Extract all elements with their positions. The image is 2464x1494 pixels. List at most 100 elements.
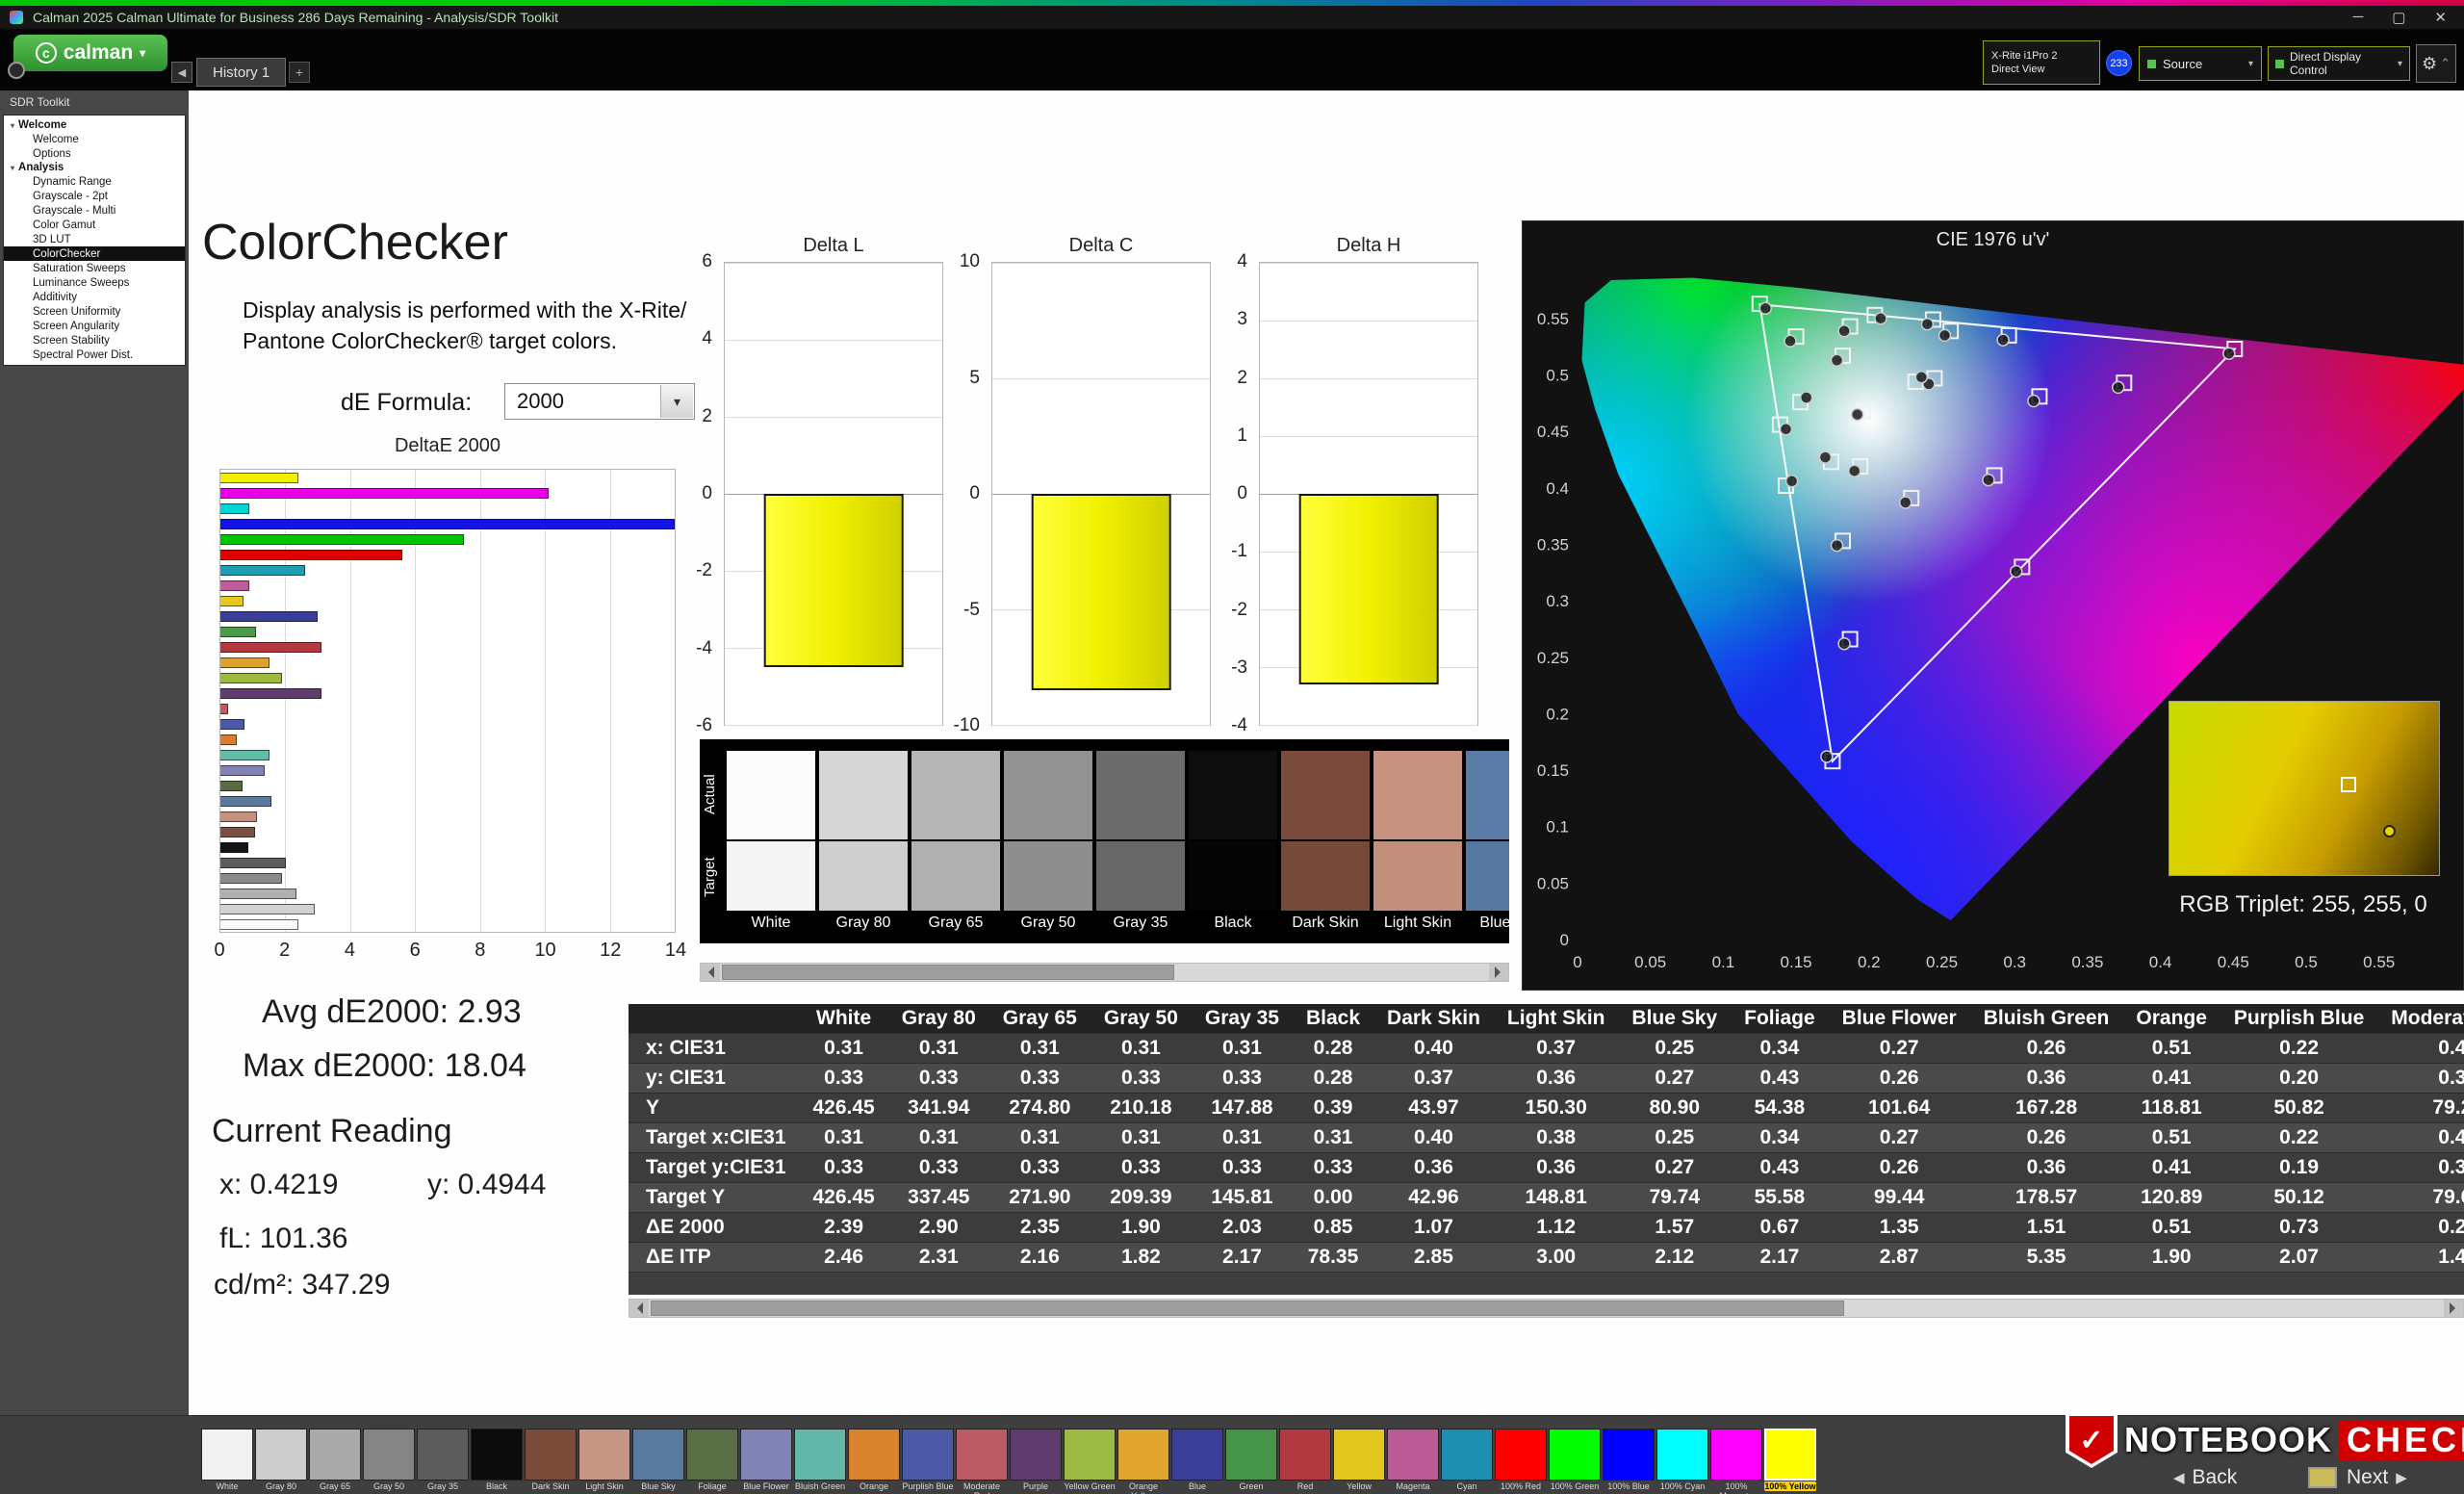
cie-measured-marker (1786, 476, 1798, 487)
patch-color (1225, 1429, 1277, 1481)
sidebar-item-grayscale-2pt[interactable]: Grayscale - 2pt (4, 189, 185, 203)
meter-button[interactable]: X-Rite i1Pro 2 Direct View (1983, 40, 2100, 85)
table-cell: 80.90 (1618, 1094, 1731, 1123)
patch-button-purple[interactable]: Purple (1010, 1429, 1062, 1492)
patch-button-orange-yellow[interactable]: Orange Yellow (1117, 1429, 1169, 1492)
patch-label: Gray 35 (417, 1481, 469, 1491)
deltae-bar-foliage (220, 781, 243, 791)
swatch-target (727, 841, 815, 911)
sidebar-item-saturation-sweeps[interactable]: Saturation Sweeps (4, 261, 185, 275)
close-icon[interactable]: ✕ (2434, 9, 2447, 26)
next-arrow-icon: ▶ (2396, 1469, 2407, 1486)
patch-button-moderate-red[interactable]: Moderate Red (956, 1429, 1008, 1492)
scroll-right-icon[interactable] (2444, 1300, 2463, 1317)
sidebar-item-grayscale-multi[interactable]: Grayscale - Multi (4, 203, 185, 218)
actual-row-label: Actual (702, 749, 725, 839)
patch-color (1764, 1429, 1816, 1481)
axis-tick-label: 5 (969, 368, 980, 389)
table-cell: 0.27 (1829, 1123, 1970, 1153)
patch-button-blue-sky[interactable]: Blue Sky (632, 1429, 684, 1492)
back-button[interactable]: ◀ Back (2173, 1465, 2237, 1490)
sidebar-item-additivity[interactable]: Additivity (4, 290, 185, 304)
patch-button-magenta[interactable]: Magenta (1387, 1429, 1439, 1492)
table-row-label: Target Y (629, 1183, 800, 1213)
display-control-button[interactable]: Direct Display Control ▾ (2268, 46, 2410, 81)
patch-button-orange[interactable]: Orange (848, 1429, 900, 1492)
tree-group-analysis[interactable]: ▾Analysis (4, 161, 185, 174)
sidebar-item-luminance-sweeps[interactable]: Luminance Sweeps (4, 275, 185, 290)
patch-button-green[interactable]: Green (1225, 1429, 1277, 1492)
patch-button-100-red[interactable]: 100% Red (1495, 1429, 1547, 1492)
patch-button-gray-80[interactable]: Gray 80 (255, 1429, 307, 1492)
sidebar-collapse-button[interactable]: ◀ (171, 62, 192, 83)
source-button[interactable]: Source ▾ (2139, 46, 2262, 81)
patch-button-dark-skin[interactable]: Dark Skin (525, 1429, 577, 1492)
patch-button-purplish-blue[interactable]: Purplish Blue (902, 1429, 954, 1492)
scroll-right-icon[interactable] (1489, 964, 1508, 981)
sidebar-item-screen-uniformity[interactable]: Screen Uniformity (4, 304, 185, 319)
patch-button-foliage[interactable]: Foliage (686, 1429, 738, 1492)
chart-delta-l-ticks: 6420-2-4-6 (668, 262, 720, 726)
chevron-down-icon: ▾ (2248, 59, 2253, 69)
next-button[interactable]: Next ▶ (2347, 1465, 2407, 1490)
patch-button-gray-35[interactable]: Gray 35 (417, 1429, 469, 1492)
scroll-left-icon[interactable] (701, 964, 720, 981)
gridline (1260, 436, 1477, 437)
patch-button-100-magenta[interactable]: 100% Magenta (1710, 1429, 1762, 1492)
patch-button-bluish-green[interactable]: Bluish Green (794, 1429, 846, 1492)
scrollbar-thumb[interactable] (651, 1301, 1844, 1316)
sidebar-item-screen-angularity[interactable]: Screen Angularity (4, 319, 185, 333)
patch-button-white[interactable]: White (201, 1429, 253, 1492)
patch-button-yellow[interactable]: Yellow (1333, 1429, 1385, 1492)
patch-button-yellow-green[interactable]: Yellow Green (1064, 1429, 1116, 1492)
scrollbar-thumb[interactable] (722, 965, 1174, 980)
patch-button-100-green[interactable]: 100% Green (1549, 1429, 1601, 1492)
de-formula-dropdown[interactable]: 2000 ▾ (504, 383, 695, 420)
patch-button-cyan[interactable]: Cyan (1441, 1429, 1493, 1492)
patch-button-blue-flower[interactable]: Blue Flower (740, 1429, 792, 1492)
axis-tick-label: 0.15 (1537, 761, 1569, 780)
panel-menu-button[interactable] (8, 62, 25, 79)
sidebar-item-color-gamut[interactable]: Color Gamut (4, 218, 185, 232)
cie-measured-marker (2011, 566, 2022, 578)
tree-group-welcome[interactable]: ▾Welcome (4, 118, 185, 132)
axis-tick-label: 0.3 (1546, 592, 1569, 610)
table-cell: 0.46 (2377, 1123, 2464, 1153)
maximize-icon[interactable]: ▢ (2392, 9, 2405, 26)
sidebar-item-screen-stability[interactable]: Screen Stability (4, 333, 185, 348)
table-cell: 341.94 (888, 1094, 989, 1123)
scroll-left-icon[interactable] (629, 1300, 649, 1317)
tab-history-1[interactable]: History 1 (196, 58, 286, 87)
table-scrollbar[interactable] (629, 1299, 2464, 1318)
minimize-icon[interactable]: ─ (2353, 9, 2364, 26)
sidebar-item-welcome[interactable]: Welcome (4, 132, 185, 146)
swatch-strip-scrollbar[interactable] (700, 963, 1509, 982)
meter-count-badge[interactable]: 233 (2106, 50, 2132, 76)
patch-button-gray-50[interactable]: Gray 50 (363, 1429, 415, 1492)
table-row: x: CIE310.310.310.310.310.310.280.400.37… (629, 1034, 2464, 1064)
deltae-bar-cyan (220, 565, 305, 576)
patch-button-blue[interactable]: Blue (1171, 1429, 1223, 1492)
table-cell: 0.33 (888, 1064, 989, 1094)
sidebar-item-colorchecker[interactable]: ColorChecker (4, 246, 185, 261)
patch-button-100-cyan[interactable]: 100% Cyan (1656, 1429, 1708, 1492)
sidebar-item-dynamic-range[interactable]: Dynamic Range (4, 174, 185, 189)
patch-button-100-yellow[interactable]: 100% Yellow (1764, 1429, 1816, 1492)
calman-logo-icon: c (36, 42, 57, 64)
patch-button-black[interactable]: Black (471, 1429, 523, 1492)
cie-svg: 00.050.10.150.20.250.30.350.40.450.50.55… (1523, 221, 2464, 992)
sidebar-item-spectral-power-dist[interactable]: Spectral Power Dist. (4, 348, 185, 362)
settings-button[interactable]: ⚙ ⌃ (2416, 44, 2456, 83)
sidebar-item-options[interactable]: Options (4, 146, 185, 161)
display-preview-icon[interactable] (2308, 1467, 2337, 1488)
meter-line2: Direct View (1991, 63, 2044, 76)
add-tab-button[interactable]: + (289, 62, 310, 83)
swatch-label: Dark Skin (1281, 914, 1370, 932)
patch-button-red[interactable]: Red (1279, 1429, 1331, 1492)
patch-button-light-skin[interactable]: Light Skin (578, 1429, 630, 1492)
patch-button-gray-65[interactable]: Gray 65 (309, 1429, 361, 1492)
sidebar-item-3d-lut[interactable]: 3D LUT (4, 232, 185, 246)
patch-button-100-blue[interactable]: 100% Blue (1603, 1429, 1655, 1492)
cie-measured-marker (1838, 325, 1850, 337)
calman-menu-button[interactable]: c calman ▾ (13, 35, 167, 71)
